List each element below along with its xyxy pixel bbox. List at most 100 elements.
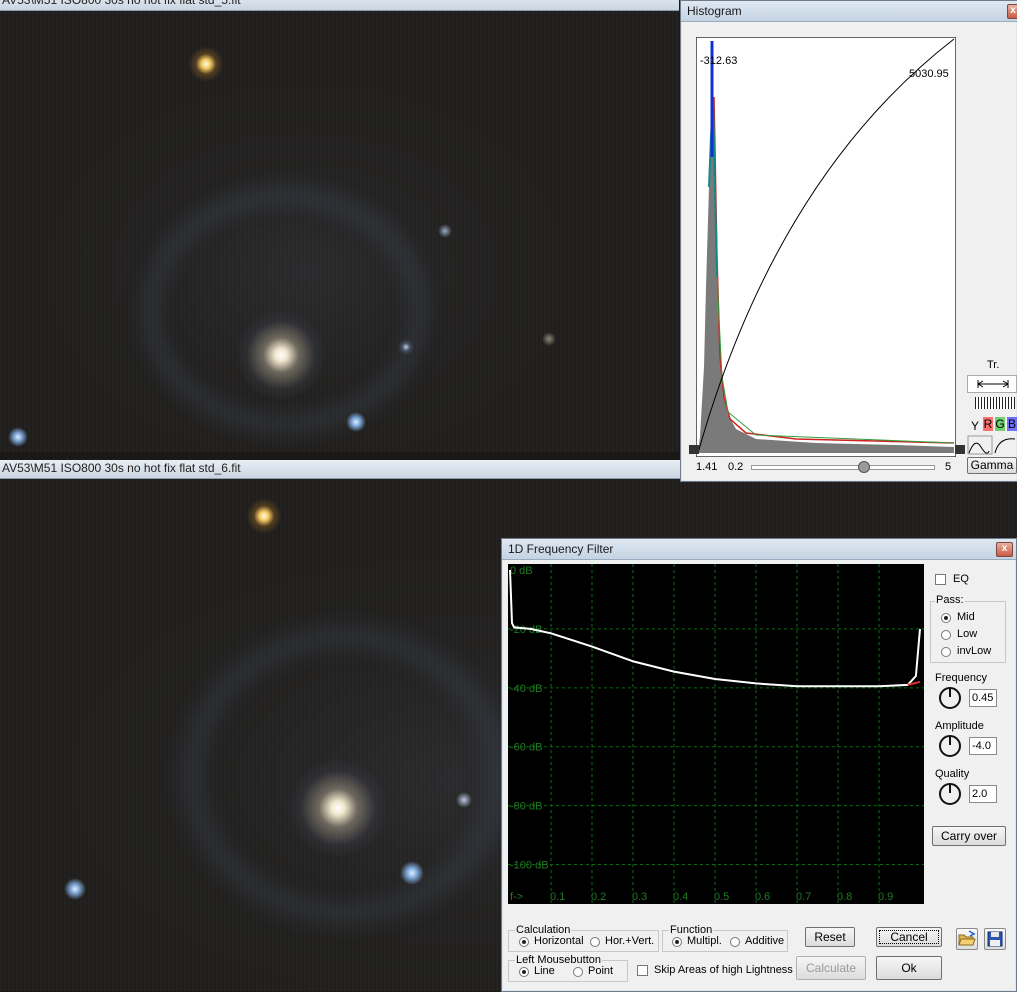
pass-low-radio[interactable]: [941, 630, 951, 640]
amplitude-input[interactable]: -4.0: [969, 737, 997, 755]
x-tick-label: 0.9: [878, 891, 893, 903]
calculate-button[interactable]: Calculate: [796, 956, 866, 980]
star: [246, 498, 282, 534]
slider-max-label: 5: [945, 461, 952, 473]
galaxy-arm: [140, 185, 430, 435]
gamma-button[interactable]: Gamma: [967, 457, 1017, 474]
star: [398, 339, 414, 355]
ruler-button[interactable]: [975, 397, 1015, 409]
histogram-window: Histogram x -312.63 5030.95 1.41 0.2 5 T…: [680, 0, 1017, 482]
x-tick-label: f->: [510, 891, 523, 903]
x-tick-label: 0.8: [837, 891, 852, 903]
curve-shape-button[interactable]: [967, 435, 1017, 455]
tr-label: Tr.: [987, 359, 1000, 371]
frequency-filter-dialog: 1D Frequency Filter x 0 dB -20 dB -40 dB -6…: [501, 538, 1017, 992]
pass-invlow-radio[interactable]: [941, 647, 951, 657]
skip-areas-checkbox[interactable]: [637, 965, 648, 976]
quality-knob[interactable]: [939, 783, 961, 805]
y-tick-label: -80 dB: [510, 801, 542, 813]
y-tick-label: -100 dB: [510, 860, 549, 872]
x-tick-label: 0.7: [796, 891, 811, 903]
close-icon[interactable]: x: [996, 542, 1013, 557]
function-multipl-label: Multipl.: [687, 935, 722, 947]
y-tick-label: -40 dB: [510, 683, 542, 695]
histogram-title: Histogram: [687, 4, 742, 18]
calculation-horizontal-label: Horizontal: [534, 935, 584, 947]
star: [8, 427, 28, 447]
amplitude-knob[interactable]: [939, 735, 961, 757]
channel-b[interactable]: B: [1007, 417, 1017, 431]
range-arrows-icon: [977, 380, 1009, 388]
gamma-slider-track[interactable]: [751, 465, 935, 470]
open-folder-button[interactable]: [956, 928, 978, 950]
frequency-response-chart[interactable]: 0 dB-20 dB-40 dB-60 dB-80 dB-100 dBf-> 0.…: [508, 564, 924, 904]
function-additive-label: Additive: [745, 935, 785, 947]
skip-areas-label: Skip Areas of high Lightness: [654, 964, 793, 976]
ok-button[interactable]: Ok: [876, 956, 942, 980]
channel-y[interactable]: Y: [971, 419, 979, 433]
x-tick-label: 0.2: [591, 891, 606, 903]
y-tick-label: -60 dB: [510, 742, 542, 754]
slider-min-label: 0.2: [728, 461, 744, 473]
x-tick-label: 0.3: [632, 891, 647, 903]
channel-g[interactable]: G: [995, 417, 1005, 431]
frequency-label: Frequency: [935, 672, 987, 684]
histogram-plot-area: [696, 37, 956, 457]
histogram-handle-left[interactable]: [689, 445, 699, 454]
folder-open-icon: [958, 930, 976, 946]
x-tick-label: 0.6: [755, 891, 770, 903]
pass-mid-label: Mid: [957, 611, 975, 623]
histogram-min-label: -312.63: [700, 55, 737, 67]
eq-label: EQ: [953, 573, 969, 585]
amplitude-label: Amplitude: [935, 720, 984, 732]
close-icon[interactable]: x: [1007, 4, 1017, 19]
frequency-input[interactable]: 0.45: [969, 689, 997, 707]
pass-invlow-label: invLow: [957, 645, 992, 657]
reset-button[interactable]: Reset: [805, 927, 855, 947]
y-tick-label: 0 dB: [510, 565, 533, 577]
frequency-knob[interactable]: [939, 687, 961, 709]
star: [400, 861, 424, 885]
histogram-max-label: 5030.95: [909, 68, 949, 80]
image-window-title-bottom: AV53\M51 ISO800 30s no hot fix flat std_…: [0, 460, 681, 479]
pass-label: Pass:: [935, 594, 965, 606]
histogram-titlebar[interactable]: Histogram x: [681, 1, 1017, 22]
star: [64, 878, 86, 900]
calculation-horizontal-radio[interactable]: [519, 937, 529, 947]
pass-low-label: Low: [957, 628, 978, 640]
transfer-range-button[interactable]: [967, 375, 1017, 393]
frequency-filter-title: 1D Frequency Filter: [508, 542, 614, 556]
eq-checkbox[interactable]: [935, 574, 946, 585]
quality-input[interactable]: 2.0: [969, 785, 997, 803]
calculation-horvert-radio[interactable]: [590, 937, 600, 947]
carry-over-button[interactable]: Carry over: [932, 826, 1006, 846]
star: [188, 46, 224, 82]
channel-r[interactable]: R: [983, 417, 993, 431]
galaxy-arm: [180, 625, 510, 925]
gamma-value: 1.41: [696, 461, 718, 473]
star: [456, 792, 472, 808]
gamma-slider-thumb[interactable]: [857, 461, 870, 473]
function-additive-radio[interactable]: [730, 937, 740, 947]
save-button[interactable]: [984, 928, 1006, 950]
curve-shapes-icon: [967, 435, 1016, 455]
star: [542, 332, 556, 346]
save-disk-icon: [987, 931, 1003, 947]
x-tick-label: 0.1: [550, 891, 565, 903]
star: [346, 412, 366, 432]
x-tick-label: 0.5: [714, 891, 729, 903]
histogram-handle-right[interactable]: [955, 445, 965, 454]
cancel-button[interactable]: Cancel: [876, 927, 942, 947]
function-multipl-radio[interactable]: [672, 937, 682, 947]
image-window-top: AV53\M51 ISO800 30s no hot fix flat std_…: [0, 0, 679, 452]
quality-label: Quality: [935, 768, 970, 780]
pass-mid-radio[interactable]: [941, 613, 951, 623]
star: [438, 224, 452, 238]
x-tick-label: 0.4: [673, 891, 688, 903]
frequency-filter-titlebar[interactable]: 1D Frequency Filter x: [502, 539, 1016, 560]
left-mouse-line-radio[interactable]: [519, 967, 529, 977]
left-mouse-point-radio[interactable]: [573, 967, 583, 977]
histogram-chart[interactable]: -312.63 5030.95: [696, 37, 956, 457]
chart-background: [508, 564, 924, 904]
calculation-horvert-label: Hor.+Vert.: [605, 935, 655, 947]
